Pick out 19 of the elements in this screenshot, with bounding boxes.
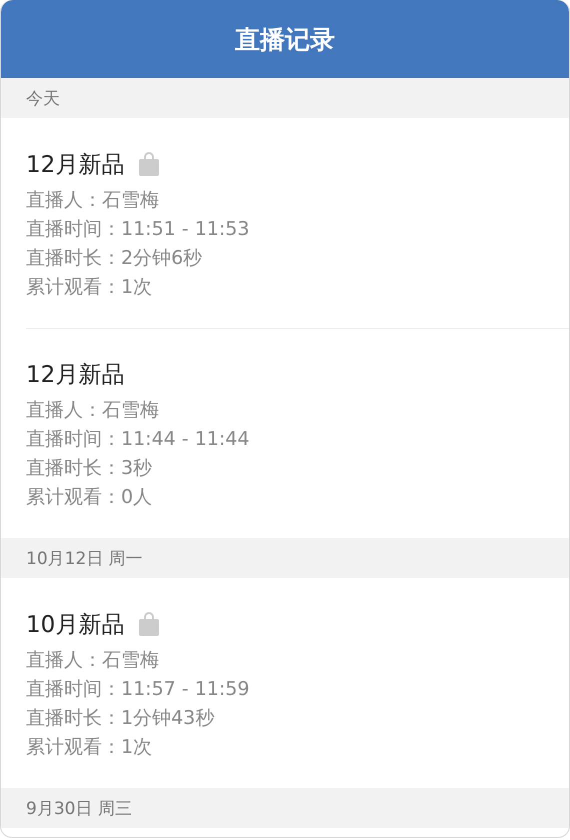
date-label: 10月12日 周一	[26, 548, 143, 570]
record-detail: 直播人：石雪梅	[26, 648, 160, 673]
record-detail: 累计观看：1次	[26, 735, 154, 760]
record-detail: 直播人：石雪梅	[26, 188, 160, 213]
record-detail: 直播时长：2分钟6秒	[26, 246, 204, 271]
record-detail: 直播人：石雪梅	[26, 398, 160, 423]
record-detail: 直播时长：1分钟43秒	[26, 706, 216, 731]
record-title[interactable]: 12月新品	[26, 358, 124, 390]
record-detail: 直播时长：3秒	[26, 456, 154, 481]
record-detail: 直播时间：11:57 - 11:59	[26, 677, 250, 702]
record-detail: 累计观看：0人	[26, 485, 154, 510]
date-label: 今天	[26, 88, 60, 110]
date-label: 9月30日 周三	[26, 798, 132, 820]
record-detail: 直播时间：11:51 - 11:53	[26, 217, 250, 242]
page-title: 直播记录	[235, 24, 335, 56]
record-detail: 直播时间：11:44 - 11:44	[26, 427, 250, 452]
record-title[interactable]: 12月新品	[26, 148, 124, 180]
record-title[interactable]: 10月新品	[26, 608, 124, 640]
record-detail: 累计观看：1次	[26, 275, 154, 300]
